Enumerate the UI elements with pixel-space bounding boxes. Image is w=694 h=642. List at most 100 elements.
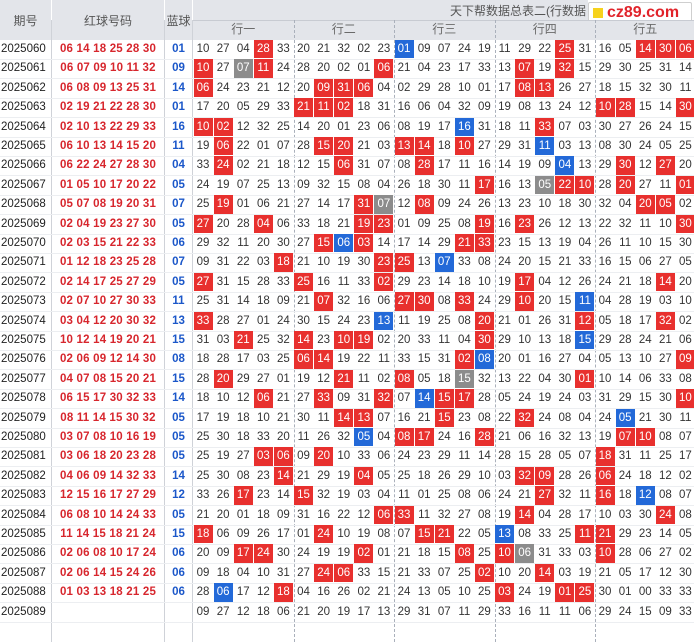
data-cell: 30 xyxy=(216,431,230,443)
data-cell: 15 xyxy=(618,81,632,94)
data-cell: 13 xyxy=(417,586,431,599)
blue-ball-number: 07 xyxy=(172,198,185,211)
data-cell: 02 xyxy=(357,586,371,599)
data-cell: 07 xyxy=(578,450,592,463)
data-cell: 02 xyxy=(397,81,411,94)
data-cell: 28 xyxy=(618,547,632,560)
data-cell: 25 xyxy=(555,40,575,59)
red-ball-numbers: 03 04 12 20 30 32 xyxy=(59,314,157,327)
data-cell: 24 xyxy=(457,198,471,211)
data-cell: 29 xyxy=(498,295,511,308)
data-cell: 11 xyxy=(438,334,451,346)
issue-number: 2025084 xyxy=(1,508,46,521)
data-cell: 18 xyxy=(638,469,652,482)
data-cell: 20 xyxy=(314,447,334,466)
data-cell: 01 xyxy=(417,489,431,502)
data-cell: 31 xyxy=(216,256,230,269)
data-cell: 15 xyxy=(434,408,454,427)
data-cell: 02 xyxy=(337,62,351,75)
data-cell: 05 xyxy=(679,256,692,269)
data-cell: 23 xyxy=(374,214,394,233)
data-cell: 27 xyxy=(535,486,555,505)
data-cell: 19 xyxy=(337,605,351,618)
data-cell: 16 xyxy=(454,117,474,136)
data-cell: 14 xyxy=(236,295,250,308)
data-cell: 18 xyxy=(216,566,230,579)
data-cell: 11 xyxy=(558,605,571,618)
data-cell: 15 xyxy=(638,392,652,405)
data-cell: 25 xyxy=(679,140,692,152)
data-cell: 29 xyxy=(196,237,210,249)
issue-number: 2025070 xyxy=(1,237,46,249)
data-cell: 17 xyxy=(236,353,250,366)
data-cell: 33 xyxy=(196,489,210,502)
data-cell: 33 xyxy=(454,292,474,311)
data-cell: 30 xyxy=(578,198,592,211)
data-cell: 04 xyxy=(538,372,552,385)
data-cell: 21 xyxy=(454,234,474,253)
data-cell: 19 xyxy=(216,450,230,463)
data-cell: 04 xyxy=(297,586,310,599)
data-cell: 19 xyxy=(538,586,552,599)
data-cell: 09 xyxy=(437,198,451,211)
data-cell: 19 xyxy=(297,372,310,385)
data-cell: 19 xyxy=(337,547,351,560)
red-ball-numbers: 02 14 17 25 27 29 xyxy=(59,275,157,288)
data-cell: 33 xyxy=(558,547,572,560)
data-cell: 33 xyxy=(474,234,494,253)
red-ball-numbers: 02 04 19 23 27 30 xyxy=(59,217,157,230)
data-cell: 02 xyxy=(213,117,233,136)
data-cell: 27 xyxy=(297,198,310,211)
data-cell: 23 xyxy=(357,314,371,327)
blue-ball-number: 13 xyxy=(172,314,185,327)
data-cell: 09 xyxy=(196,566,210,579)
data-cell: 26 xyxy=(337,586,351,599)
data-cell: 13 xyxy=(578,217,592,230)
data-cell: 17 xyxy=(454,389,474,408)
data-cell: 27 xyxy=(236,450,250,463)
data-cell: 14 xyxy=(478,450,491,463)
data-cell: 29 xyxy=(618,528,632,540)
data-cell: 02 xyxy=(374,272,394,292)
data-cell: 26 xyxy=(538,217,552,230)
data-cell: 28 xyxy=(196,372,210,385)
data-cell: 10 xyxy=(193,59,213,78)
data-cell: 15 xyxy=(417,353,431,366)
data-cell: 31 xyxy=(417,605,431,618)
data-cell: 01 xyxy=(357,62,371,75)
data-cell: 16 xyxy=(357,295,371,308)
blue-ball-number: 08 xyxy=(172,353,185,366)
data-cell: 25 xyxy=(478,586,491,599)
data-cell: 13 xyxy=(538,237,552,249)
data-cell: 29 xyxy=(437,237,451,249)
data-cell: 11 xyxy=(398,489,411,502)
data-cell: 08 xyxy=(558,411,572,424)
data-cell: 30 xyxy=(615,156,635,175)
data-cell: 12 xyxy=(575,311,595,330)
data-cell: 19 xyxy=(216,178,230,191)
data-cell: 17 xyxy=(498,81,511,94)
data-cell: 32 xyxy=(216,237,230,249)
data-cell: 06 xyxy=(417,101,431,114)
data-cell: 20 xyxy=(635,195,655,214)
data-cell: 13 xyxy=(417,256,431,269)
data-cell: 12 xyxy=(578,101,592,114)
data-cell: 18 xyxy=(558,334,572,346)
data-cell: 15 xyxy=(638,101,652,114)
data-cell: 21 xyxy=(277,392,290,405)
data-cell: 31 xyxy=(196,334,210,346)
data-cell: 16 xyxy=(317,508,331,521)
data-cell: 29 xyxy=(397,605,411,618)
data-cell: 26 xyxy=(558,81,572,94)
issue-number: 2025065 xyxy=(1,140,46,152)
data-cell: 17 xyxy=(578,508,592,521)
data-cell: 28 xyxy=(615,98,635,117)
data-cell: 10 xyxy=(337,450,351,463)
data-cell: 25 xyxy=(256,178,270,191)
data-cell: 16 xyxy=(457,431,471,443)
issue-column-header: 期号 xyxy=(0,0,51,40)
data-cell: 21 xyxy=(256,81,270,94)
data-cell: 29 xyxy=(417,81,431,94)
data-cell: 24 xyxy=(658,120,672,133)
data-cell: 24 xyxy=(598,275,612,288)
